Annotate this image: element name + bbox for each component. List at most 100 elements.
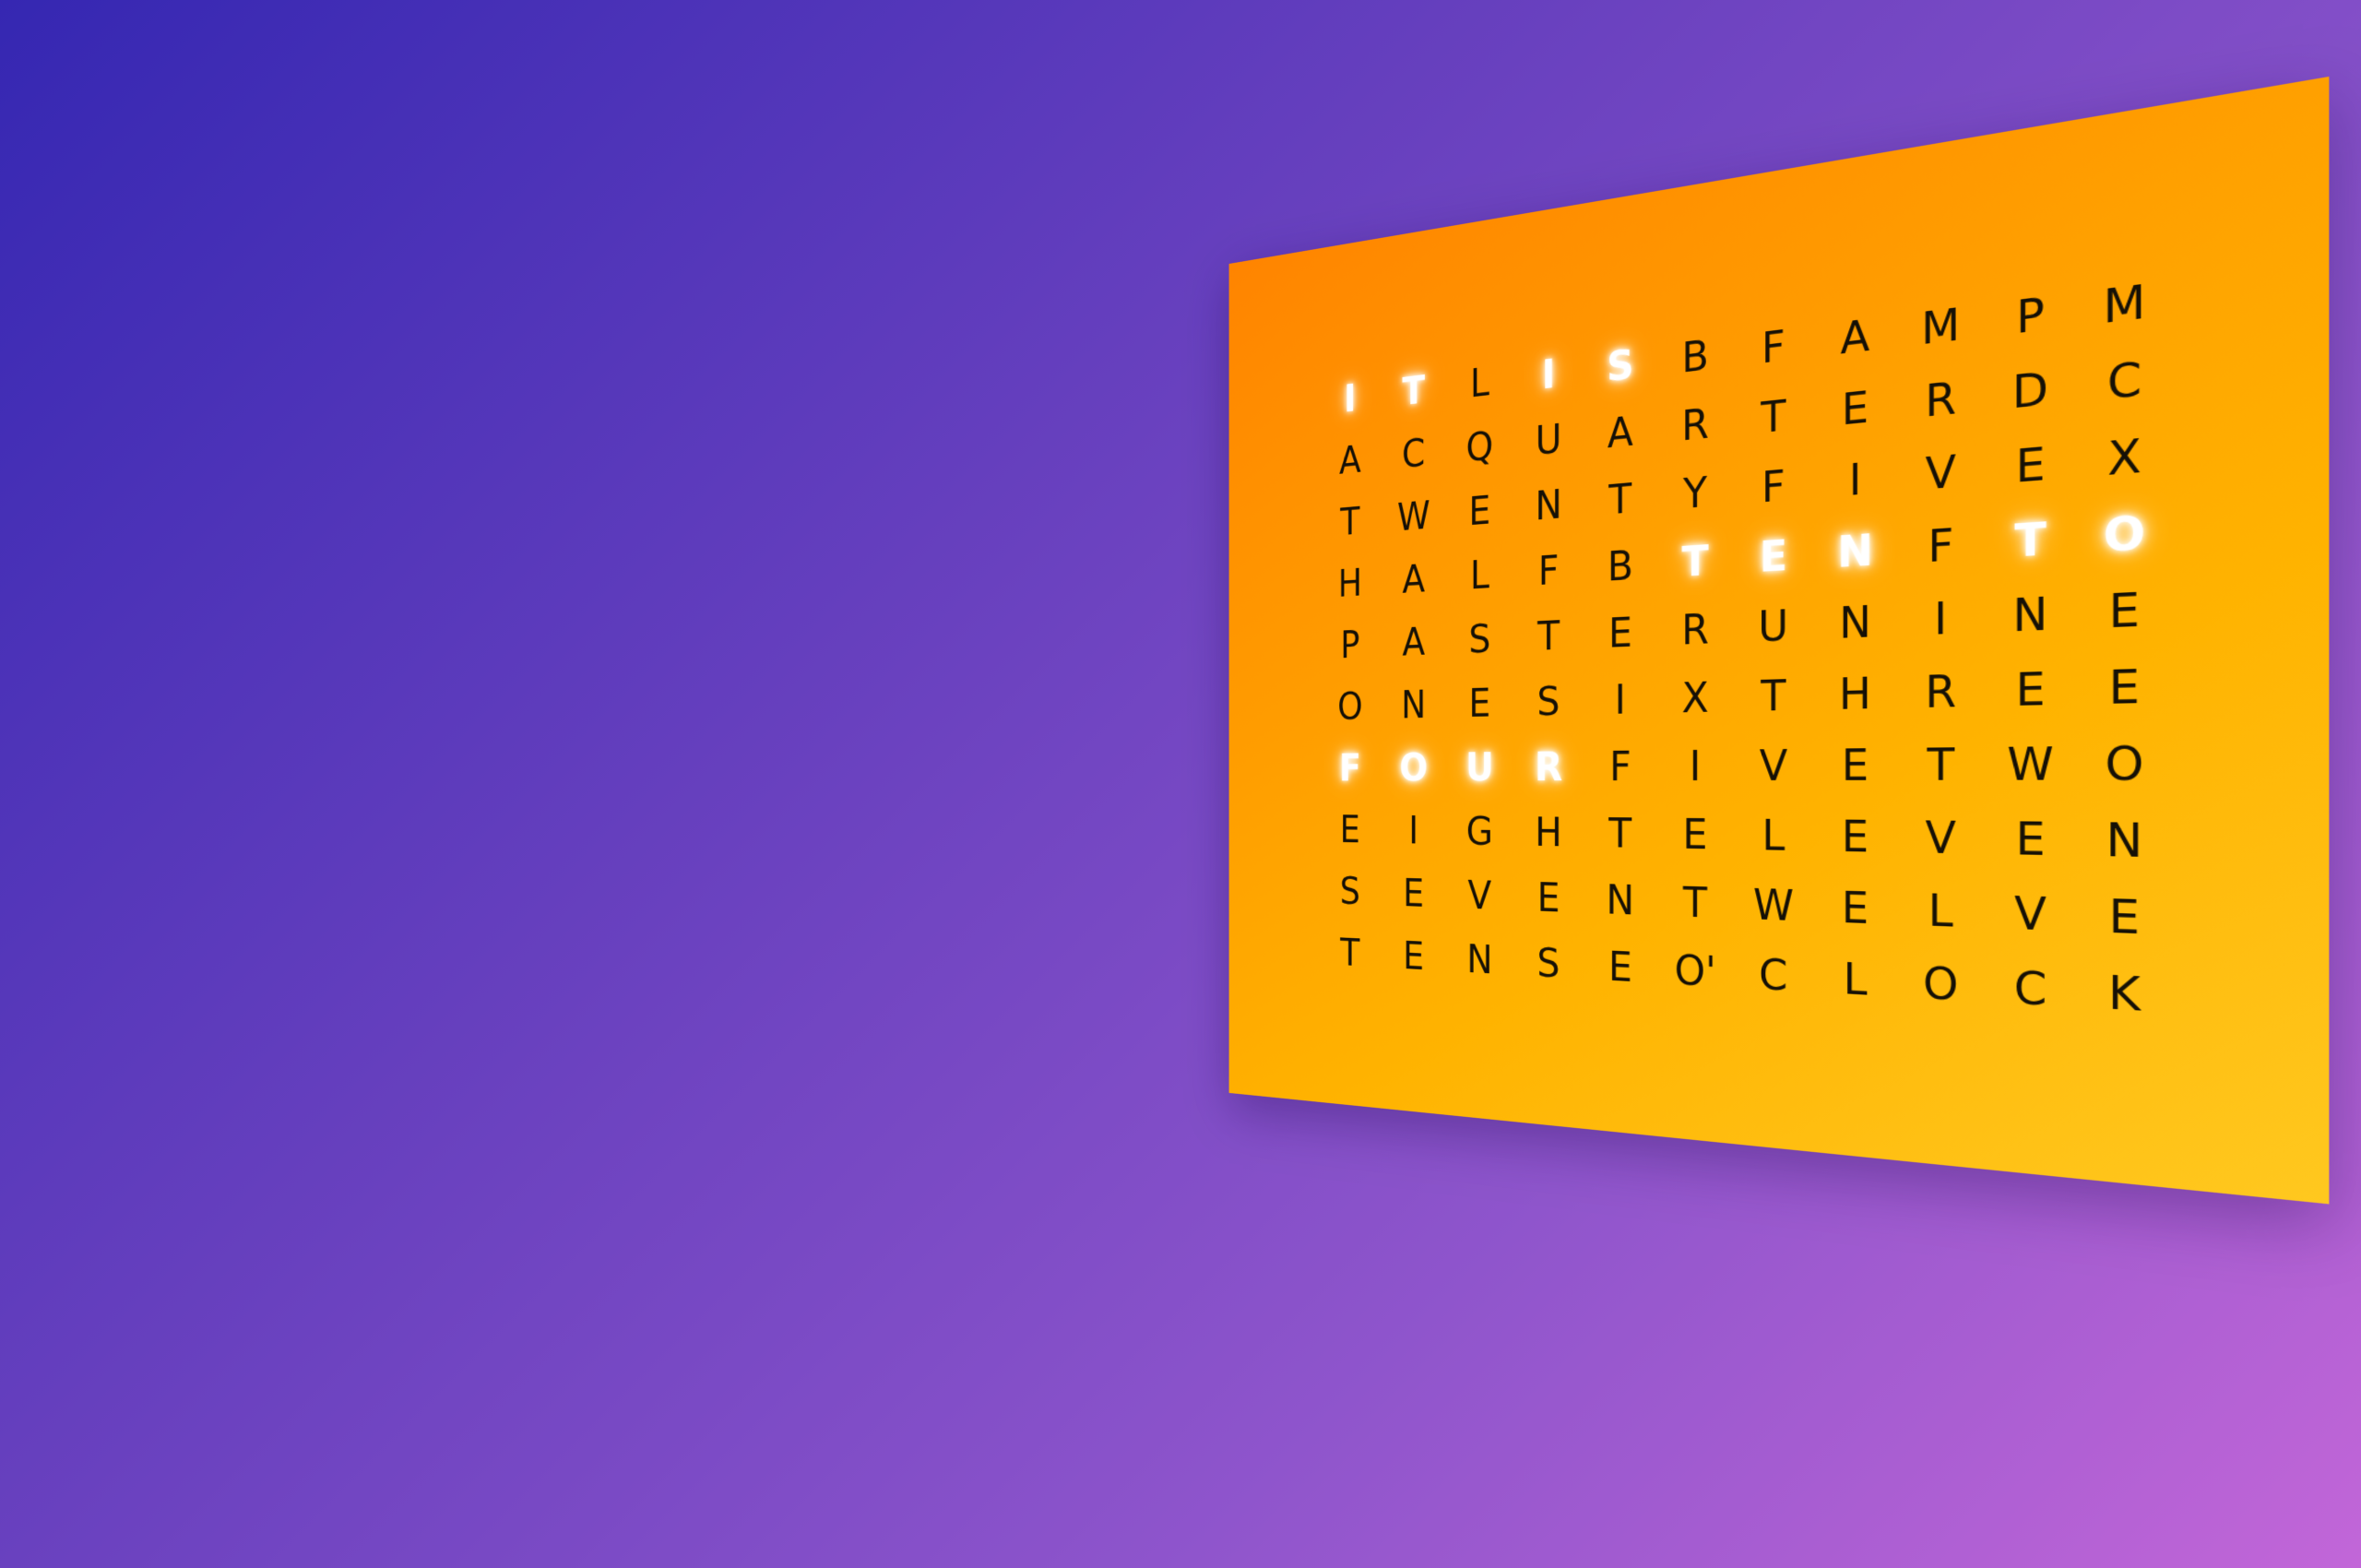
clock-letter: W bbox=[2007, 738, 2054, 791]
clock-letter-lit: N bbox=[1837, 526, 1874, 577]
clock-letter: L bbox=[1469, 360, 1489, 407]
clock-letter: E bbox=[1403, 933, 1425, 979]
clock-letter: A bbox=[1338, 437, 1361, 483]
clock-letter: N bbox=[2012, 588, 2048, 642]
clock-letter: X bbox=[2106, 430, 2142, 486]
clock-letter: A bbox=[1402, 556, 1426, 602]
clock-letter: L bbox=[1469, 552, 1489, 599]
clock-letter: N bbox=[1606, 876, 1635, 924]
clock-letter: A bbox=[1840, 311, 1870, 364]
clock-letter-lit: T bbox=[1681, 537, 1709, 587]
clock-letter: E bbox=[2108, 890, 2141, 945]
clock-letter: E bbox=[2108, 660, 2141, 715]
clock-letter: C bbox=[2013, 962, 2047, 1016]
clock-letter-lit: O bbox=[2103, 506, 2146, 563]
clock-letter: H bbox=[1337, 561, 1362, 606]
clock-letter: U bbox=[1535, 416, 1562, 464]
clock-letter: T bbox=[1608, 475, 1632, 524]
clock-letter-lit: R bbox=[1534, 744, 1563, 790]
clock-letter: C bbox=[2106, 352, 2142, 410]
clock-letter: F bbox=[1761, 322, 1786, 374]
clock-letter-lit: I bbox=[1541, 350, 1556, 398]
clock-letter-lit: T bbox=[2014, 513, 2047, 567]
clock-letter-lit: E bbox=[1759, 531, 1788, 582]
clock-letter: Q bbox=[1465, 423, 1494, 471]
clock-letter: E bbox=[1339, 808, 1360, 851]
clock-letter: P bbox=[1340, 623, 1360, 667]
clock-letter: F bbox=[1609, 743, 1631, 790]
clock-letter: R bbox=[1681, 605, 1709, 655]
clock-letter: E bbox=[2108, 584, 2141, 638]
clock-letter: E bbox=[2015, 663, 2046, 717]
clock-letter: O bbox=[2105, 737, 2144, 791]
clock-letter: N bbox=[1535, 481, 1562, 529]
clock-letter: S bbox=[1468, 616, 1491, 662]
clock-letter: I bbox=[1689, 742, 1702, 790]
clock-letter: T bbox=[1608, 810, 1632, 858]
clock-letter: B bbox=[1681, 331, 1709, 383]
clock-letter: T bbox=[1761, 391, 1786, 443]
clock-letter: E bbox=[1608, 609, 1632, 657]
clock-letter: P bbox=[2016, 289, 2045, 344]
clock-letter: E bbox=[1841, 883, 1869, 934]
clock-letter: R bbox=[1925, 373, 1957, 427]
clock-letter: V bbox=[1467, 873, 1492, 919]
clock-letter: H bbox=[1838, 669, 1872, 719]
clock-letter-lit: F bbox=[1338, 746, 1361, 790]
clock-letter: F bbox=[1761, 461, 1786, 513]
clock-letter: V bbox=[2013, 887, 2047, 941]
clock-letter-lit: S bbox=[1607, 340, 1634, 391]
clock-letter: I bbox=[1848, 455, 1862, 505]
clock-letter: E bbox=[1468, 488, 1491, 535]
clock-letter: I bbox=[1614, 676, 1626, 724]
clock-letter: I bbox=[1934, 593, 1948, 645]
clock-letter: I bbox=[1408, 809, 1419, 853]
clock-letter: V bbox=[1925, 446, 1957, 500]
clock-letter: S bbox=[1536, 679, 1560, 725]
clock-letter: R bbox=[1925, 666, 1957, 719]
clock-letter: E bbox=[2015, 438, 2046, 493]
clock-letter: E bbox=[1608, 944, 1632, 992]
clock-letter: X bbox=[1681, 674, 1709, 722]
clock-letter: E bbox=[1403, 871, 1425, 916]
clock-letter-lit: T bbox=[1402, 367, 1426, 414]
clock-letter: F bbox=[1537, 547, 1560, 595]
clock-letter: L bbox=[1762, 812, 1786, 861]
clock-letter: A bbox=[1607, 408, 1633, 457]
clock-letter: O' bbox=[1674, 946, 1716, 996]
clock-letter: W bbox=[1752, 881, 1794, 931]
clock-letter: T bbox=[1340, 931, 1360, 975]
clock-letter: E bbox=[1682, 811, 1708, 859]
clock-letter: K bbox=[2107, 967, 2142, 1022]
clock-letter: E bbox=[1841, 383, 1869, 435]
clock-letter: E bbox=[1841, 741, 1869, 790]
clock-letter: T bbox=[1927, 740, 1955, 790]
clock-letter-lit: O bbox=[1399, 745, 1429, 790]
clock-letter: O bbox=[1923, 957, 1959, 1011]
clock-letter: B bbox=[1607, 542, 1633, 590]
clock-letter: N bbox=[1839, 597, 1871, 648]
clock-letter: N bbox=[1466, 936, 1493, 983]
clock-letter: E bbox=[1536, 874, 1560, 921]
clock-letter: N bbox=[1401, 683, 1427, 728]
clock-letter: W bbox=[1396, 493, 1430, 540]
clock-letter: C bbox=[1402, 431, 1426, 477]
clock-letter: F bbox=[1928, 519, 1954, 573]
clock-letter: T bbox=[1682, 879, 1708, 928]
clock-letter: L bbox=[1843, 954, 1868, 1005]
clock-letter: C bbox=[1759, 950, 1788, 1001]
clock-letter: R bbox=[1681, 399, 1709, 450]
clock-letter: M bbox=[2103, 276, 2146, 334]
clock-letter-lit: U bbox=[1465, 745, 1494, 790]
clock-letter: Y bbox=[1682, 469, 1708, 518]
scene-background: ITLISBFAMPMACQUARTERDCTWENTYFIVEXHALFBTE… bbox=[0, 0, 2361, 1568]
clock-letter: V bbox=[1759, 742, 1788, 790]
clock-letter: E bbox=[1841, 812, 1869, 862]
clock-letter: N bbox=[2106, 814, 2143, 868]
letter-grid: ITLISBFAMPMACQUARTERDCTWENTYFIVEXHALFBTE… bbox=[1319, 260, 2173, 1035]
clock-letter: V bbox=[1925, 813, 1957, 864]
clock-letter: E bbox=[2015, 814, 2046, 866]
clock-letter: G bbox=[1465, 809, 1493, 854]
clock-letter: U bbox=[1758, 601, 1789, 651]
clock-letter: O bbox=[1337, 684, 1363, 729]
